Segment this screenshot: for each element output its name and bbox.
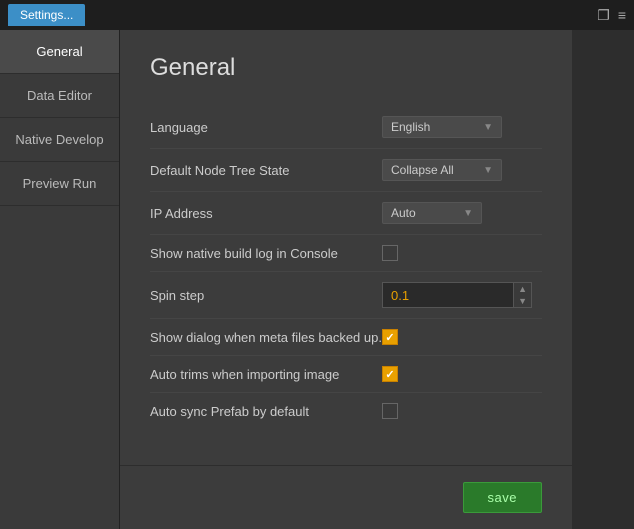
- main-container: General Data Editor Native Develop Previ…: [0, 30, 634, 529]
- language-dropdown[interactable]: English ▼: [382, 116, 502, 138]
- ip-value: Auto: [391, 206, 416, 220]
- auto-trims-checkbox[interactable]: [382, 366, 398, 382]
- setting-label-native-log: Show native build log in Console: [150, 246, 382, 261]
- save-button[interactable]: save: [463, 482, 542, 513]
- setting-row-language: Language English ▼: [150, 106, 542, 149]
- title-tab[interactable]: Settings...: [8, 4, 85, 26]
- title-bar: Settings... ❐ ≡: [0, 0, 634, 30]
- setting-row-auto-sync: Auto sync Prefab by default: [150, 393, 542, 429]
- spin-buttons: ▲ ▼: [513, 283, 531, 307]
- setting-label-spin-step: Spin step: [150, 288, 382, 303]
- sidebar: General Data Editor Native Develop Previ…: [0, 30, 120, 529]
- setting-row-native-log: Show native build log in Console: [150, 235, 542, 272]
- chevron-down-icon: ▼: [483, 122, 493, 133]
- setting-label-auto-sync: Auto sync Prefab by default: [150, 404, 382, 419]
- setting-control-node-tree: Collapse All ▼: [382, 159, 542, 181]
- setting-label-ip: IP Address: [150, 206, 382, 221]
- setting-control-native-log: [382, 245, 542, 261]
- spin-down-button[interactable]: ▼: [514, 295, 531, 307]
- setting-control-language: English ▼: [382, 116, 542, 138]
- sidebar-item-data-editor[interactable]: Data Editor: [0, 74, 119, 118]
- content-area: General Language English ▼ Default Node …: [120, 30, 572, 465]
- page-title: General: [150, 54, 542, 82]
- setting-control-auto-sync: [382, 403, 542, 419]
- spin-step-input[interactable]: [383, 285, 513, 306]
- setting-label-language: Language: [150, 120, 382, 135]
- menu-icon[interactable]: ≡: [618, 7, 626, 23]
- setting-label-auto-trims: Auto trims when importing image: [150, 367, 382, 382]
- content-wrapper: General Language English ▼ Default Node …: [120, 30, 572, 529]
- spin-input-wrapper: ▲ ▼: [382, 282, 532, 308]
- setting-row-auto-trims: Auto trims when importing image: [150, 356, 542, 393]
- setting-control-meta-files: [382, 329, 542, 345]
- settings-table: Language English ▼ Default Node Tree Sta…: [150, 106, 542, 429]
- auto-sync-checkbox[interactable]: [382, 403, 398, 419]
- setting-row-node-tree: Default Node Tree State Collapse All ▼: [150, 149, 542, 192]
- save-button-area: save: [120, 465, 572, 529]
- setting-label-node-tree: Default Node Tree State: [150, 163, 382, 178]
- ip-dropdown[interactable]: Auto ▼: [382, 202, 482, 224]
- setting-row-ip: IP Address Auto ▼: [150, 192, 542, 235]
- title-controls: ❐ ≡: [597, 7, 626, 24]
- restore-icon[interactable]: ❐: [597, 7, 610, 24]
- node-tree-value: Collapse All: [391, 163, 454, 177]
- language-value: English: [391, 120, 430, 134]
- sidebar-item-native-develop[interactable]: Native Develop: [0, 118, 119, 162]
- setting-control-ip: Auto ▼: [382, 202, 542, 224]
- setting-row-spin-step: Spin step ▲ ▼: [150, 272, 542, 319]
- chevron-down-icon-2: ▼: [483, 165, 493, 176]
- setting-control-spin-step: ▲ ▼: [382, 282, 542, 308]
- spin-up-button[interactable]: ▲: [514, 283, 531, 295]
- meta-files-checkbox[interactable]: [382, 329, 398, 345]
- sidebar-item-general[interactable]: General: [0, 30, 119, 74]
- setting-control-auto-trims: [382, 366, 542, 382]
- setting-label-meta-files: Show dialog when meta files backed up.: [150, 330, 382, 345]
- setting-row-meta-files: Show dialog when meta files backed up.: [150, 319, 542, 356]
- node-tree-dropdown[interactable]: Collapse All ▼: [382, 159, 502, 181]
- sidebar-item-preview-run[interactable]: Preview Run: [0, 162, 119, 206]
- native-log-checkbox[interactable]: [382, 245, 398, 261]
- chevron-down-icon-3: ▼: [463, 208, 473, 219]
